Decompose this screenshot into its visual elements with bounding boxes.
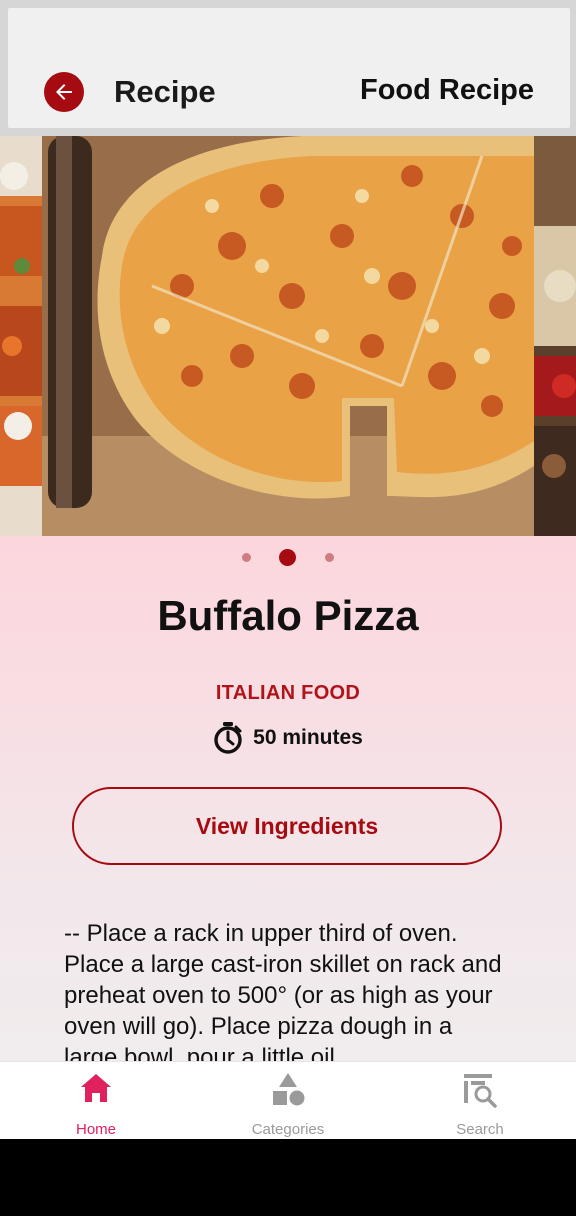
carousel-indicator (0, 546, 576, 568)
nav-home[interactable]: Home (0, 1062, 192, 1139)
view-ingredients-button[interactable]: View Ingredients (72, 787, 502, 865)
app-bar-title: Recipe (114, 74, 216, 109)
arrow-back-icon (56, 84, 72, 100)
bottom-navigation: Home Categories Search (0, 1061, 576, 1139)
recipe-description: -- Place a rack in upper third of oven. … (64, 920, 502, 1071)
carousel-slide-previous[interactable] (0, 136, 42, 536)
app-bar: Recipe Food Recipe (0, 0, 576, 136)
cook-time-label: 50 minutes (253, 726, 363, 749)
screen: Recipe Food Recipe Buffalo Pizza ITALIAN… (0, 0, 576, 1139)
nav-categories-label: Categories (251, 1121, 325, 1138)
home-icon (81, 1074, 111, 1102)
app-bar-subtitle: Food Recipe (359, 74, 534, 106)
carousel-slide-next[interactable] (534, 136, 576, 536)
carousel-dot-active[interactable] (279, 549, 296, 566)
nav-search[interactable]: Search (384, 1062, 576, 1139)
search-icon (464, 1074, 497, 1108)
carousel-slide-current[interactable] (42, 136, 534, 536)
app-bar-surface (8, 8, 570, 128)
carousel-dot[interactable] (325, 553, 334, 562)
nav-search-label: Search (456, 1121, 504, 1138)
carousel-dot[interactable] (242, 553, 251, 562)
recipe-category: ITALIAN FOOD (215, 682, 361, 704)
buffalo-pizza-image (42, 136, 534, 536)
nav-categories[interactable]: Categories (192, 1062, 384, 1139)
back-button[interactable] (44, 72, 84, 112)
nav-home-label: Home (75, 1121, 116, 1138)
categories-icon (273, 1073, 305, 1106)
stopwatch-icon (214, 722, 242, 754)
previous-dish-image (0, 136, 42, 536)
cook-time: 50 minutes (0, 722, 576, 754)
recipe-title: Buffalo Pizza (157, 592, 419, 639)
image-carousel[interactable] (0, 136, 576, 536)
next-dish-image (534, 136, 576, 536)
